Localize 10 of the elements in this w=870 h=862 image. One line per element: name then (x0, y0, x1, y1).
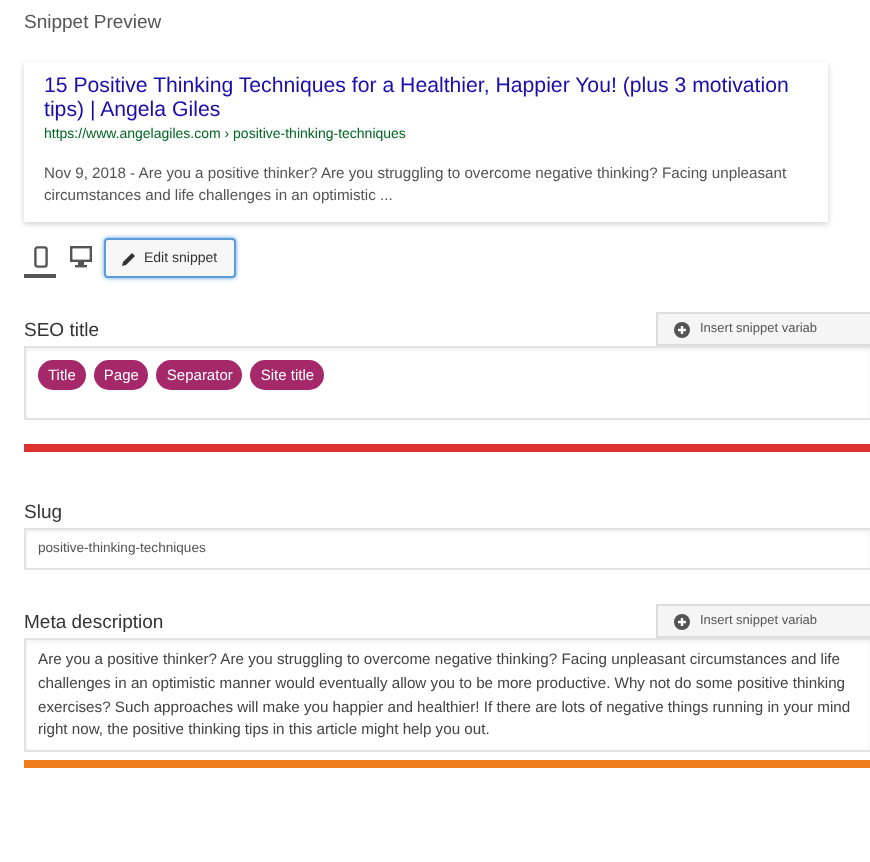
pencil-icon (122, 251, 136, 265)
section-heading: Snippet Preview (24, 12, 164, 34)
field-label: SEO title (24, 320, 99, 346)
snippet-title[interactable]: 15 Positive Thinking Techniques for a Healthier, Happier You! (plus 3 motivation tips) | Angela Giles (44, 74, 808, 122)
field-label: Slug (24, 502, 63, 528)
plus-icon (674, 321, 690, 337)
desktop-icon (69, 245, 91, 267)
field-label: Meta description (24, 612, 164, 638)
mobile-icon (33, 245, 47, 267)
plus-icon (674, 613, 690, 629)
